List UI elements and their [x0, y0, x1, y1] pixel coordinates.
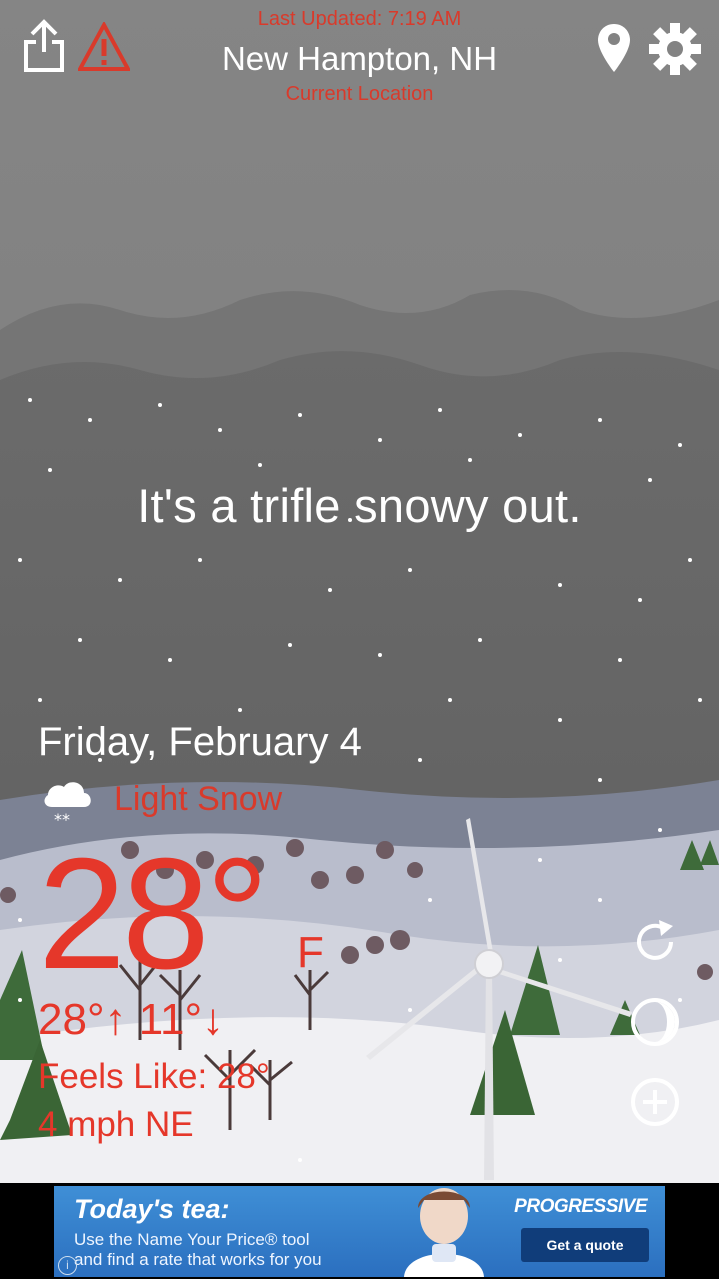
ad-cta-button[interactable]: Get a quote	[521, 1228, 649, 1262]
current-temperature: 28°	[38, 826, 269, 1002]
ad-body-line: Use the Name Your Price® tool	[74, 1230, 310, 1249]
snow-cloud-icon: **	[44, 782, 91, 829]
weather-scene: Last Updated: 7:19 AM New Hampton, NH Cu…	[0, 0, 719, 1183]
ad-brand: PROGRESSIVE	[514, 1196, 647, 1217]
map-pin-icon[interactable]	[596, 22, 632, 74]
gear-icon[interactable]	[648, 22, 702, 76]
add-icon[interactable]	[629, 1076, 681, 1128]
moon-phase-icon[interactable]	[629, 996, 681, 1048]
ad-model-image	[404, 1188, 484, 1277]
wind-speed: 4 mph NE	[38, 1105, 194, 1144]
high-low-temperature: 28°↑ 11°↓	[38, 995, 225, 1044]
ad-info-icon[interactable]: i	[58, 1256, 77, 1275]
weather-tagline: It's a trifle snowy out.	[137, 479, 582, 532]
ad-banner[interactable]: Today's tea: Use the Name Your Price® to…	[54, 1186, 665, 1277]
refresh-icon[interactable]	[629, 916, 681, 968]
feels-like: Feels Like: 28°	[38, 1057, 270, 1096]
temperature-unit[interactable]: F	[297, 928, 324, 978]
condition-text: Light Snow	[114, 780, 283, 818]
forecast-date: Friday, February 4	[38, 720, 362, 764]
ad-headline: Today's tea:	[74, 1194, 230, 1224]
location-source: Current Location	[285, 83, 434, 105]
ad-body-line: and find a rate that works for you	[74, 1250, 322, 1269]
